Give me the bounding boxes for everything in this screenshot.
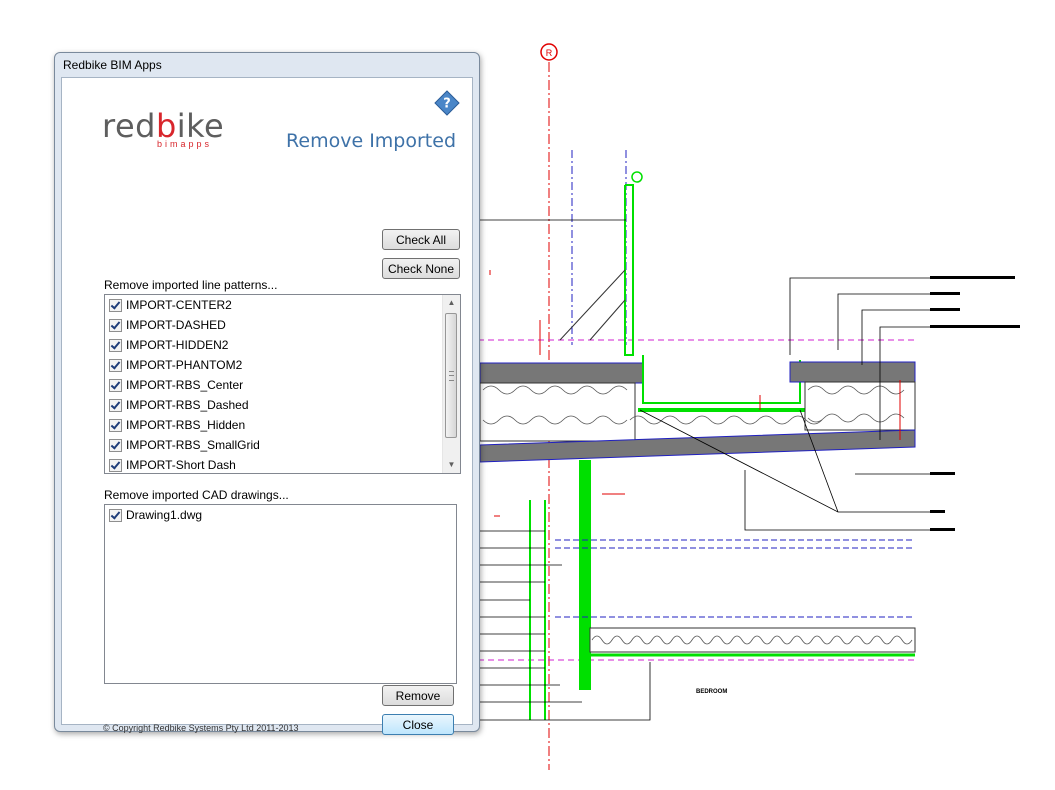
list-item-label: IMPORT-Short Dash: [126, 458, 236, 472]
leader: [744, 470, 930, 531]
checkbox[interactable]: [109, 418, 122, 432]
roof-slab: [789, 361, 916, 383]
line-patterns-list[interactable]: IMPORT-CENTER2 IMPORT-DASHED IMPORT-HIDD…: [104, 294, 461, 474]
question-icon[interactable]: ?: [434, 90, 460, 116]
annotation-text: [930, 276, 1015, 279]
scroll-down-icon[interactable]: ▼: [443, 457, 460, 473]
checkbox[interactable]: [109, 398, 122, 412]
list-item-label: IMPORT-RBS_Center: [126, 378, 244, 392]
leader: [861, 309, 930, 365]
annotation-text: [930, 472, 955, 475]
copyright-text: © Copyright Redbike Systems Pty Ltd 2011…: [103, 723, 299, 733]
lower-insulation: [589, 627, 916, 653]
check-all-button[interactable]: Check All: [382, 229, 460, 250]
list-item-label: IMPORT-DASHED: [126, 318, 226, 332]
list-item[interactable]: Drawing1.dwg: [105, 505, 456, 525]
leader: [837, 293, 930, 350]
annotation-text: [930, 292, 960, 295]
scroll-up-icon[interactable]: ▲: [443, 295, 460, 311]
annotation-text: [930, 325, 1020, 328]
svg-text:?: ?: [443, 97, 451, 112]
room-label: BEDROOM: [696, 689, 727, 695]
remove-button[interactable]: Remove: [382, 685, 454, 706]
checkbox[interactable]: [109, 318, 122, 332]
check-none-button[interactable]: Check None: [382, 258, 460, 279]
list-item-label: IMPORT-RBS_SmallGrid: [126, 438, 260, 452]
checkbox[interactable]: [109, 298, 122, 312]
list-item[interactable]: IMPORT-DASHED: [105, 315, 460, 335]
leader: [478, 662, 651, 721]
brace: [559, 269, 626, 341]
redbike-logo: redbike bimapps: [102, 110, 224, 149]
list-item-label: IMPORT-RBS_Hidden: [126, 418, 246, 432]
annotation-text: [930, 510, 945, 513]
list-item-label: IMPORT-HIDDEN2: [126, 338, 229, 352]
list-item-label: IMPORT-RBS_Dashed: [126, 398, 249, 412]
list-item-label: IMPORT-CENTER2: [126, 298, 232, 312]
list-item[interactable]: IMPORT-RBS_Hidden: [105, 415, 460, 435]
wall: [579, 460, 591, 690]
dialog-panel: redbike bimapps ? Remove Imported Check …: [61, 77, 473, 735]
brace: [589, 299, 626, 341]
redbike-dialog: Redbike BIM Apps redbike bimapps ? Remov…: [54, 52, 480, 735]
checkbox[interactable]: [109, 338, 122, 352]
annotation-text: [930, 528, 955, 531]
box-gutter: [642, 355, 801, 404]
app-title: Remove Imported: [286, 130, 456, 152]
close-button[interactable]: Close: [382, 714, 454, 735]
logo-text: red: [102, 107, 156, 145]
parapet-cap: [631, 171, 643, 183]
line-patterns-label: Remove imported line patterns...: [104, 278, 278, 292]
list-item-label: IMPORT-PHANTOM2: [126, 358, 243, 372]
checkbox[interactable]: [109, 438, 122, 452]
cad-drawings-label: Remove imported CAD drawings...: [104, 488, 289, 502]
roof-slab: [479, 362, 644, 384]
grid-bubble-label: R: [546, 48, 553, 58]
list-item[interactable]: IMPORT-RBS_Dashed: [105, 395, 460, 415]
cad-drawings-list[interactable]: Drawing1.dwg: [104, 504, 457, 684]
insulation: [479, 382, 636, 442]
checkbox[interactable]: [109, 458, 122, 472]
list-item[interactable]: IMPORT-RBS_Center: [105, 375, 460, 395]
checkbox[interactable]: [109, 508, 122, 522]
annotation-text: [930, 308, 960, 311]
vertical-scrollbar[interactable]: ▲ ▼: [442, 295, 460, 473]
list-item[interactable]: IMPORT-CENTER2: [105, 295, 460, 315]
list-item[interactable]: IMPORT-HIDDEN2: [105, 335, 460, 355]
list-item[interactable]: IMPORT-Short Dash: [105, 455, 460, 473]
leader: [789, 277, 930, 355]
list-item[interactable]: IMPORT-RBS_SmallGrid: [105, 435, 460, 455]
list-item-label: Drawing1.dwg: [126, 508, 203, 522]
insulation: [804, 381, 916, 431]
window-title: Redbike BIM Apps: [63, 58, 162, 72]
list-item[interactable]: IMPORT-PHANTOM2: [105, 355, 460, 375]
scroll-thumb[interactable]: [445, 313, 457, 438]
checkbox[interactable]: [109, 378, 122, 392]
checkbox[interactable]: [109, 358, 122, 372]
